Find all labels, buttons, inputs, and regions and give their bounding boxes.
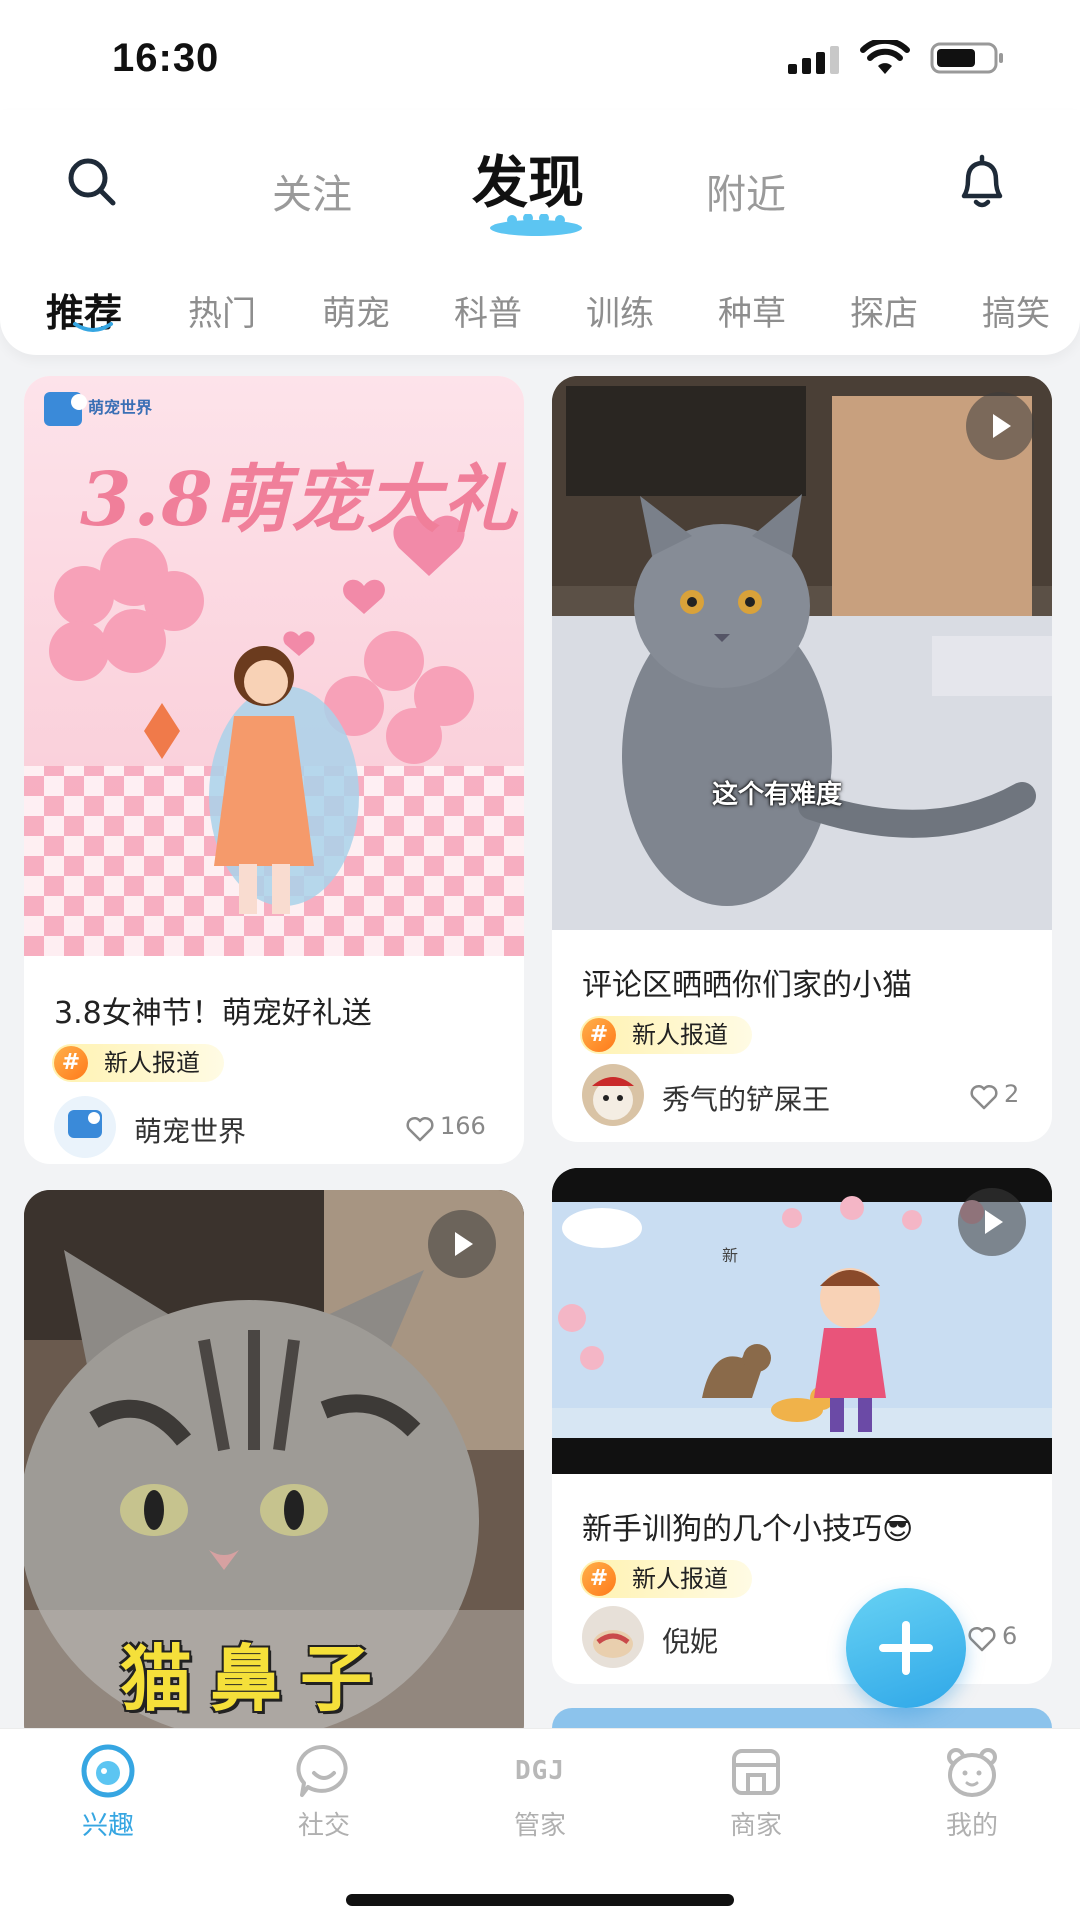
heart-icon[interactable] (968, 1626, 996, 1652)
chat-icon (296, 1744, 348, 1797)
video-caption: 这个有难度 (712, 780, 843, 810)
play-icon[interactable] (428, 1210, 496, 1278)
post-title: 3.8女神节！萌宠好礼送 (54, 996, 372, 1031)
sub-tab-training[interactable]: 训练 (586, 286, 654, 335)
avatar[interactable] (582, 1606, 644, 1668)
sub-tab-hot[interactable]: 热门 (188, 286, 256, 335)
heart-icon[interactable] (406, 1116, 434, 1142)
play-icon[interactable] (966, 392, 1034, 460)
tab-nearby[interactable]: 附近 (706, 162, 786, 220)
nav-butler[interactable]: DGJ 管家 (432, 1729, 648, 1869)
store-icon (732, 1749, 780, 1795)
hash-icon: # (54, 1046, 88, 1080)
sub-tab-pets[interactable]: 萌宠 (322, 286, 390, 335)
plus-icon[interactable] (846, 1588, 966, 1708)
video-caption: 猫鼻子 (120, 1637, 391, 1721)
paw-underline-icon (490, 214, 582, 236)
topic-tag[interactable]: # 新人报道 (52, 1044, 224, 1082)
nav-mine[interactable]: 我的 (864, 1729, 1080, 1869)
bear-icon (947, 1748, 997, 1797)
hash-icon: # (582, 1562, 616, 1596)
tab-discover[interactable]: 发现 (472, 138, 584, 219)
post-image: 萌宠世界 3.8萌宠大礼 (24, 376, 524, 956)
nav-social[interactable]: 社交 (216, 1729, 432, 1869)
search-icon[interactable] (62, 152, 122, 212)
tab-follow[interactable]: 关注 (272, 162, 352, 220)
nav-label: 管家 (513, 1811, 566, 1841)
nav-label: 我的 (945, 1811, 998, 1841)
sub-tab-store-visit[interactable]: 探店 (850, 286, 918, 335)
bottom-nav: 兴趣 社交 DGJ 管家 商家 我的 (0, 1728, 1080, 1920)
nav-interest[interactable]: 兴趣 (0, 1729, 216, 1869)
nav-label: 兴趣 (81, 1811, 134, 1841)
top-header: 关注 发现 附近 推荐 热门 萌宠 科普 训练 种草 探店 搞笑 (0, 110, 1080, 355)
post-card[interactable]: 新 新手训狗的几个小技巧😎 # 新人报道 倪妮 6 (552, 1168, 1052, 1684)
banner-headline: 3.8萌宠大礼 (80, 457, 519, 543)
battery-icon (930, 42, 1003, 74)
home-indicator[interactable] (346, 1894, 734, 1906)
topic-tag[interactable]: # 新人报道 (580, 1016, 752, 1054)
post-image: 这个有难度 (552, 376, 1052, 930)
post-image: 猫鼻子 (24, 1190, 524, 1750)
like-count: 2 (1004, 1080, 1020, 1108)
gray-cat-photo (552, 376, 1052, 930)
nav-label: 商家 (729, 1811, 782, 1841)
topic-tag-label: 新人报道 (632, 1565, 728, 1593)
topic-tag-label: 新人报道 (104, 1049, 200, 1077)
author-name[interactable]: 萌宠世界 (134, 1110, 246, 1150)
post-image: 新 (552, 1168, 1052, 1474)
heart-icon[interactable] (970, 1084, 998, 1110)
nav-merchant[interactable]: 商家 (648, 1729, 864, 1869)
sub-tab-recommend-goods[interactable]: 种草 (718, 286, 786, 335)
author-name[interactable]: 秀气的铲屎王 (662, 1078, 830, 1118)
like-count: 6 (1002, 1622, 1018, 1650)
image-text: 新 (722, 1246, 739, 1265)
sub-tab-underline (73, 322, 113, 332)
wifi-icon (860, 40, 910, 74)
topic-tag-label: 新人报道 (632, 1021, 728, 1049)
author-name[interactable]: 倪妮 (662, 1620, 718, 1660)
post-title: 新手训狗的几个小技巧😎 (582, 1512, 914, 1547)
signal-icon (788, 44, 842, 74)
brand-watermark: 萌宠世界 (88, 398, 153, 417)
hash-icon: # (582, 1018, 616, 1052)
status-time: 16:30 (112, 36, 220, 80)
sub-tab-science[interactable]: 科普 (454, 286, 522, 335)
avatar[interactable] (54, 1096, 116, 1158)
status-bar: 16:30 (0, 0, 1080, 110)
dgj-logo-icon: DGJ (515, 1756, 565, 1786)
category-tabs: 推荐 热门 萌宠 科普 训练 种草 探店 搞笑 (0, 272, 1080, 342)
post-card[interactable]: 萌宠世界 3.8萌宠大礼 3.8女神节！萌宠好礼送 # 新人报道 萌宠世界 16… (24, 376, 524, 1164)
nav-label: 社交 (297, 1811, 350, 1841)
interest-icon (81, 1744, 135, 1798)
bell-icon[interactable] (950, 150, 1014, 214)
post-title: 评论区晒晒你们家的小猫 (582, 968, 912, 1003)
sub-tab-funny[interactable]: 搞笑 (982, 286, 1050, 335)
post-card[interactable]: 这个有难度 评论区晒晒你们家的小猫 # 新人报道 秀气的铲屎王 2 (552, 376, 1052, 1142)
avatar[interactable] (582, 1064, 644, 1126)
like-count: 166 (440, 1112, 486, 1140)
topic-tag[interactable]: # 新人报道 (580, 1560, 752, 1598)
play-icon[interactable] (958, 1188, 1026, 1256)
post-card[interactable]: 猫鼻子 (24, 1190, 524, 1750)
